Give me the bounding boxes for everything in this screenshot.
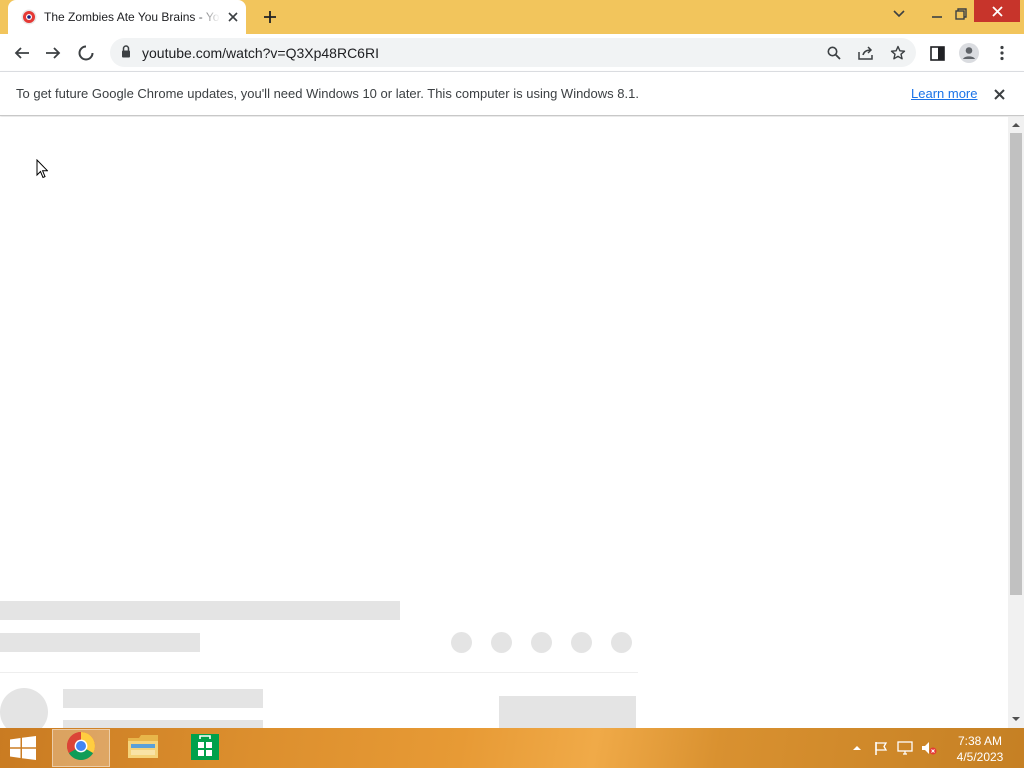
taskbar-app-store[interactable] [176,729,234,767]
browser-tab[interactable]: The Zombies Ate You Brains - YouTube [8,0,246,34]
address-bar[interactable]: youtube.com/watch?v=Q3Xp48RC6RI [110,38,916,67]
action-button-placeholder [491,632,512,653]
search-icon[interactable] [822,41,846,65]
volume-muted-icon[interactable] [921,740,937,756]
network-icon[interactable] [897,740,913,756]
minimize-icon[interactable] [924,0,950,28]
video-title-placeholder [0,601,400,620]
side-panel-icon[interactable] [924,40,950,66]
tab-close-icon[interactable] [224,8,242,26]
scroll-up-arrow-icon[interactable] [1012,121,1020,129]
restore-icon[interactable] [948,0,974,28]
more-menu-icon[interactable] [989,40,1015,66]
system-clock[interactable]: 7:38 AM 4/5/2023 [952,733,1008,765]
windows-start-icon[interactable] [6,734,40,762]
close-window-icon[interactable] [974,0,1020,22]
bookmark-star-icon[interactable] [886,41,910,65]
share-icon[interactable] [854,41,878,65]
profile-avatar-icon[interactable] [956,40,982,66]
loading-stop-icon[interactable] [73,40,99,66]
action-button-placeholder [531,632,552,653]
tab-strip: The Zombies Ate You Brains - YouTube [0,0,1024,34]
lock-icon[interactable] [121,45,131,63]
subscribe-button-placeholder [499,696,636,728]
store-icon [190,731,220,766]
page-scrollbar[interactable] [1008,117,1024,728]
mouse-pointer-icon [36,158,49,184]
infobar-close-icon[interactable] [990,85,1008,103]
file-explorer-icon [127,732,159,765]
action-center-flag-icon[interactable] [873,740,889,756]
taskbar-app-chrome[interactable] [52,729,110,767]
scroll-down-arrow-icon[interactable] [1012,715,1020,723]
action-button-placeholder [611,632,632,653]
back-arrow-icon[interactable] [9,40,35,66]
channel-avatar-placeholder [0,688,48,728]
web-page-content [0,117,1008,728]
forward-arrow-icon[interactable] [40,40,66,66]
channel-name-placeholder [63,689,263,708]
clock-time: 7:38 AM [957,734,1003,748]
scrollbar-thumb[interactable] [1010,133,1022,595]
show-hidden-icons-icon[interactable] [849,740,865,756]
action-button-placeholder [571,632,592,653]
youtube-icon [21,9,37,25]
video-meta-placeholder [0,633,200,652]
new-tab-icon[interactable] [258,5,282,29]
clock-date: 4/5/2023 [956,750,1004,764]
tab-search-icon[interactable] [886,0,912,28]
taskbar-app-file-explorer[interactable] [114,729,172,767]
url-text[interactable]: youtube.com/watch?v=Q3Xp48RC6RI [142,45,379,61]
windows-taskbar: 7:38 AM 4/5/2023 [0,728,1024,768]
learn-more-link[interactable]: Learn more [911,86,977,101]
channel-subs-placeholder [63,720,263,728]
update-infobar: To get future Google Chrome updates, you… [0,71,1024,116]
tab-title: The Zombies Ate You Brains - YouTube [44,10,220,24]
infobar-message: To get future Google Chrome updates, you… [16,86,639,101]
browser-toolbar: youtube.com/watch?v=Q3Xp48RC6RI [0,34,1024,71]
action-button-placeholder [451,632,472,653]
content-divider [0,672,638,673]
chrome-icon [66,731,96,766]
